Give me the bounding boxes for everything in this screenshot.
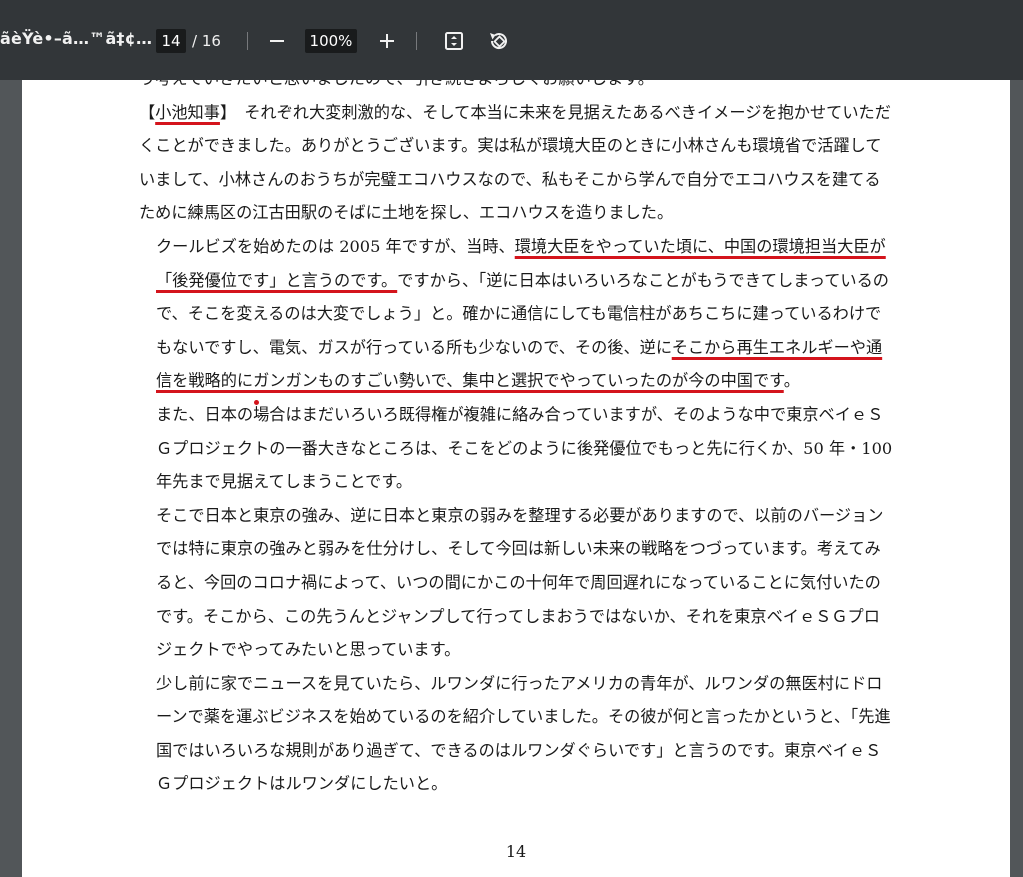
viewer-background (0, 80, 22, 877)
minus-icon (270, 40, 284, 42)
current-page-input[interactable]: 14 (156, 29, 186, 53)
total-pages: / 16 (192, 32, 221, 50)
bracket-open: 【 (139, 102, 156, 122)
speaker-name: 小池知事 (155, 102, 220, 122)
paragraph-rwanda: 少し前に家でニュースを見ていたら、ルワンダに行ったアメリカの青年が、ルワンダの無… (156, 673, 891, 794)
page-body: う考えていきたいと思いましたので、引き続きよろしくお願いします。 【小池知事】 … (139, 80, 895, 801)
rotate-icon (490, 33, 507, 50)
plus-icon (380, 34, 394, 48)
zoom-out-button[interactable] (262, 26, 292, 56)
zoom-level-input[interactable]: 100% (305, 29, 357, 53)
paragraph-esg: また、日本の場合はまだいろいろ既得権が複雑に絡み合っていますが、そのような中で東… (156, 404, 893, 492)
zoom-in-button[interactable] (372, 26, 402, 56)
paragraph-text: それぞれ大変刺激的な、そして本当に未来を見据えたあるべきイメージを抱かせていただ… (139, 102, 891, 223)
pdf-page: う考えていきたいと思いましたので、引き続きよろしくお願いします。 【小池知事】 … (22, 80, 1010, 877)
scrollbar[interactable] (1010, 80, 1023, 877)
toolbar-divider (416, 32, 417, 50)
partial-line: う考えていきたいと思いましたので、引き続きよろしくお願いします。 (139, 80, 895, 96)
fit-page-icon (445, 32, 463, 50)
paragraph-text: クールビズを始めたのは 2005 年ですが、当時、 (156, 236, 515, 256)
paragraph-speaker: 【小池知事】 それぞれ大変刺激的な、そして本当に未来を見据えたあるべきイメージを… (139, 96, 895, 230)
annotation-dot (254, 400, 259, 405)
fit-to-page-button[interactable] (439, 26, 469, 56)
pdf-toolbar: ãèŸè•–ã…™ã‡¢… 14 / 16 100% (0, 0, 1023, 80)
rotate-button[interactable] (484, 26, 514, 56)
toolbar-divider (247, 32, 248, 50)
document-title: ãèŸè•–ã…™ã‡¢… (0, 29, 153, 48)
bracket-close: 】 (219, 102, 229, 122)
page-number: 14 (505, 842, 527, 861)
paragraph-text: 。 (783, 371, 800, 391)
paragraph-coolbiz: クールビズを始めたのは 2005 年ですが、当時、環境大臣をやっていた頃に、中国… (139, 230, 895, 398)
paragraph-strengths: そこで日本と東京の強み、逆に日本と東京の弱みを整理する必要がありますので、以前の… (156, 505, 884, 660)
